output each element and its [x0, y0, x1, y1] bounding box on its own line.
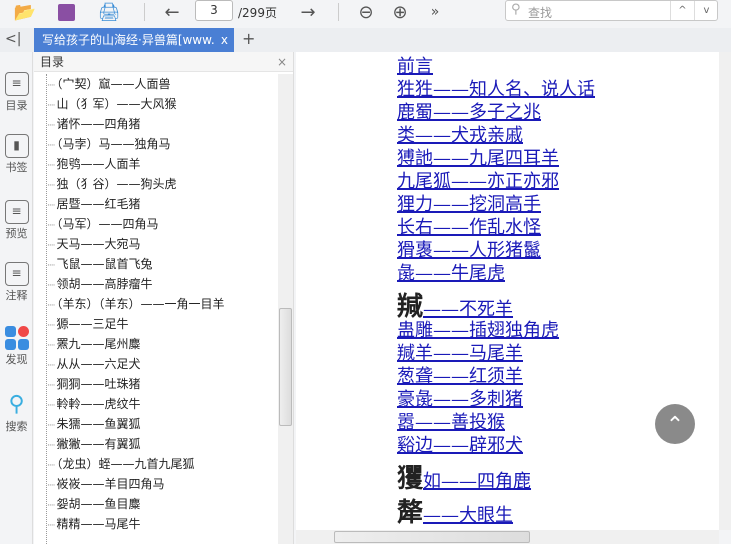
zoom-in-icon[interactable]: ⊕ — [388, 1, 412, 23]
sidebar-item-notes[interactable]: ≡ 注释 — [0, 262, 33, 303]
chapter-link[interactable]: 如——四角鹿 — [423, 471, 531, 492]
zoom-out-icon[interactable]: ⊖ — [354, 1, 378, 23]
toc-scrollbar[interactable] — [278, 74, 293, 544]
separator — [338, 3, 339, 21]
toc-item[interactable]: 飞鼠——鼠首飞兔 — [47, 254, 290, 274]
content-line: 谿边——辟邪犬 — [397, 431, 523, 457]
document-horizontal-scrollbar[interactable] — [296, 530, 719, 544]
content-line: 玃如——四角鹿 — [397, 458, 531, 495]
sidebar-item-search[interactable]: ⚲ 搜索 — [0, 392, 33, 434]
chapter-link[interactable]: 鹿蜀——多子之兆 — [397, 102, 541, 123]
next-page-icon[interactable]: → — [296, 1, 320, 23]
toc-item[interactable]: （马孛）马——独角马 — [47, 134, 290, 154]
toc-item[interactable]: 从从——六足犬 — [47, 354, 290, 374]
toc-item[interactable]: 罴九——尾州麋 — [47, 334, 290, 354]
toc-item[interactable]: 狪狪——吐珠猪 — [47, 374, 290, 394]
toc-item[interactable]: 精精——马尾牛 — [47, 514, 290, 534]
chapter-link[interactable]: 彘——牛尾虎 — [397, 263, 505, 284]
search-icon: ⚲ — [8, 392, 25, 417]
toc-item[interactable]: 诸怀——四角猪 — [47, 114, 290, 134]
sidebar-rail: ≡ 目录 ▮ 书签 ≡ 预览 ≡ 注释 发现 ⚲ 搜索 — [0, 52, 33, 544]
chapter-link[interactable]: 蛊雕——插翅独角虎 — [397, 320, 559, 341]
toc-item[interactable]: 居暨——红毛猪 — [47, 194, 290, 214]
toc-item[interactable]: 天马——大宛马 — [47, 234, 290, 254]
toc-item[interactable]: 妴胡——鱼目麋 — [47, 494, 290, 514]
page-number-input[interactable]: 3 — [195, 0, 233, 21]
toolbar: 📂 🖨 ← 3 /299页 → ⊖ ⊕ » ⚲ 查找 ^ v — [0, 0, 731, 26]
separator — [144, 3, 145, 21]
tab-bar: <| 写给孩子的山海经·异兽篇[www. x + — [0, 28, 731, 52]
chevron-up-icon: ⌃ — [665, 413, 685, 438]
search-next-button[interactable]: v — [694, 1, 718, 20]
chapter-link[interactable]: 豪彘——多刺猪 — [397, 389, 523, 410]
content-line: 犛——大眼生 — [397, 492, 513, 529]
toc-item[interactable]: （马军）——四角马 — [47, 214, 290, 234]
chapter-link[interactable]: ——大眼生 — [423, 505, 513, 526]
chapter-link[interactable]: 九尾狐——亦正亦邪 — [397, 171, 559, 192]
open-folder-icon[interactable]: 📂 — [12, 1, 38, 23]
toc-item[interactable]: （宀契）窳——人面兽 — [47, 74, 290, 94]
more-button[interactable]: » — [425, 1, 445, 23]
chapter-link[interactable]: 类——犬戎亲戚 — [397, 125, 523, 146]
toc-item[interactable]: 朱獳——鱼翼狐 — [47, 414, 290, 434]
sidebar-item-bookmark[interactable]: ▮ 书签 — [0, 134, 33, 175]
search-input[interactable]: 查找 — [528, 4, 552, 21]
document-vertical-scrollbar[interactable] — [719, 52, 731, 530]
toc-title: 目录 — [40, 55, 65, 69]
tab-title: 写给孩子的山海经·异兽篇[www. — [42, 33, 215, 47]
print-icon[interactable]: 🖨 — [97, 1, 121, 23]
collapse-sidebar-button[interactable]: <| — [5, 31, 21, 47]
list-icon: ≡ — [4, 72, 29, 96]
horizontal-scrollbar-thumb[interactable] — [334, 531, 530, 543]
close-tab-icon[interactable]: x — [221, 28, 228, 52]
sidebar-item-preview[interactable]: ≡ 预览 — [0, 200, 33, 241]
toc-item[interactable]: 山（犭军）——大风猴 — [47, 94, 290, 114]
toc-item[interactable]: 軨軨——虎纹牛 — [47, 394, 290, 414]
toc-list: （宀契）窳——人面兽山（犭军）——大风猴诸怀——四角猪（马孛）马——独角马狍鸮—… — [46, 74, 290, 544]
chapter-link[interactable]: 谿边——辟邪犬 — [397, 435, 523, 456]
save-icon[interactable] — [55, 1, 77, 23]
toc-item[interactable]: 獂——三足牛 — [47, 314, 290, 334]
apps-icon — [4, 326, 29, 350]
glyph-image: 犛 — [397, 498, 424, 528]
tab-document[interactable]: 写给孩子的山海经·异兽篇[www. x — [34, 28, 234, 52]
search-box[interactable]: ⚲ 查找 ^ v — [505, 0, 718, 21]
chapter-link[interactable]: 葱聋——红须羊 — [397, 366, 523, 387]
toc-item[interactable]: （羊东）（羊东）——一角一目羊 — [47, 294, 290, 314]
close-toc-icon[interactable]: × — [277, 52, 287, 72]
toc-item[interactable]: 峳峳——羊目四角马 — [47, 474, 290, 494]
chapter-link[interactable]: 狸力——挖洞高手 — [397, 194, 541, 215]
toc-item[interactable]: 独（犭谷）——狗头虎 — [47, 174, 290, 194]
toc-item[interactable]: 狍鸮——人面羊 — [47, 154, 290, 174]
sidebar-item-toc[interactable]: ≡ 目录 — [0, 72, 33, 113]
chapter-link[interactable]: 长右——作乱水怪 — [397, 217, 541, 238]
chapter-link[interactable]: 前言 — [397, 56, 433, 77]
toc-scrollbar-thumb[interactable] — [279, 308, 292, 426]
chapter-link[interactable]: 羬羊——马尾羊 — [397, 343, 523, 364]
bookmark-icon: ▮ — [4, 134, 29, 158]
chapter-link[interactable]: 嚣——善投猴 — [397, 412, 505, 433]
toc-item[interactable]: （龙虫）蛭——九首九尾狐 — [47, 454, 290, 474]
glyph-image: 玃 — [397, 464, 424, 494]
toc-panel: 目录 × （宀契）窳——人面兽山（犭军）——大风猴诸怀——四角猪（马孛）马——独… — [34, 52, 294, 544]
toc-header: 目录 × — [34, 52, 293, 72]
prev-page-icon[interactable]: ← — [160, 1, 184, 23]
toc-item[interactable]: 领胡——高脖瘤牛 — [47, 274, 290, 294]
search-icon: ⚲ — [511, 2, 521, 17]
back-to-top-button[interactable]: ⌃ — [655, 404, 695, 444]
toc-item[interactable]: 獙獙——有翼狐 — [47, 434, 290, 454]
chapter-link[interactable]: 猾褢——人形猪鬣 — [397, 240, 541, 261]
pages-icon: ≡ — [4, 200, 29, 224]
content-line: 彘——牛尾虎 — [397, 259, 505, 285]
chapter-link[interactable]: 狌狌——知人名、说人话 — [397, 79, 595, 100]
sidebar-item-discover[interactable]: 发现 — [0, 326, 33, 367]
page-total: /299页 — [238, 6, 277, 20]
chapter-link[interactable]: 猼訑——九尾四耳羊 — [397, 148, 559, 169]
new-tab-button[interactable]: + — [242, 29, 255, 48]
note-icon: ≡ — [4, 262, 29, 286]
document-page: 前言 狌狌——知人名、说人话 鹿蜀——多子之兆 类——犬戎亲戚 猼訑——九尾四耳羊 九尾狐… — [296, 52, 719, 530]
search-prev-button[interactable]: ^ — [670, 1, 694, 20]
